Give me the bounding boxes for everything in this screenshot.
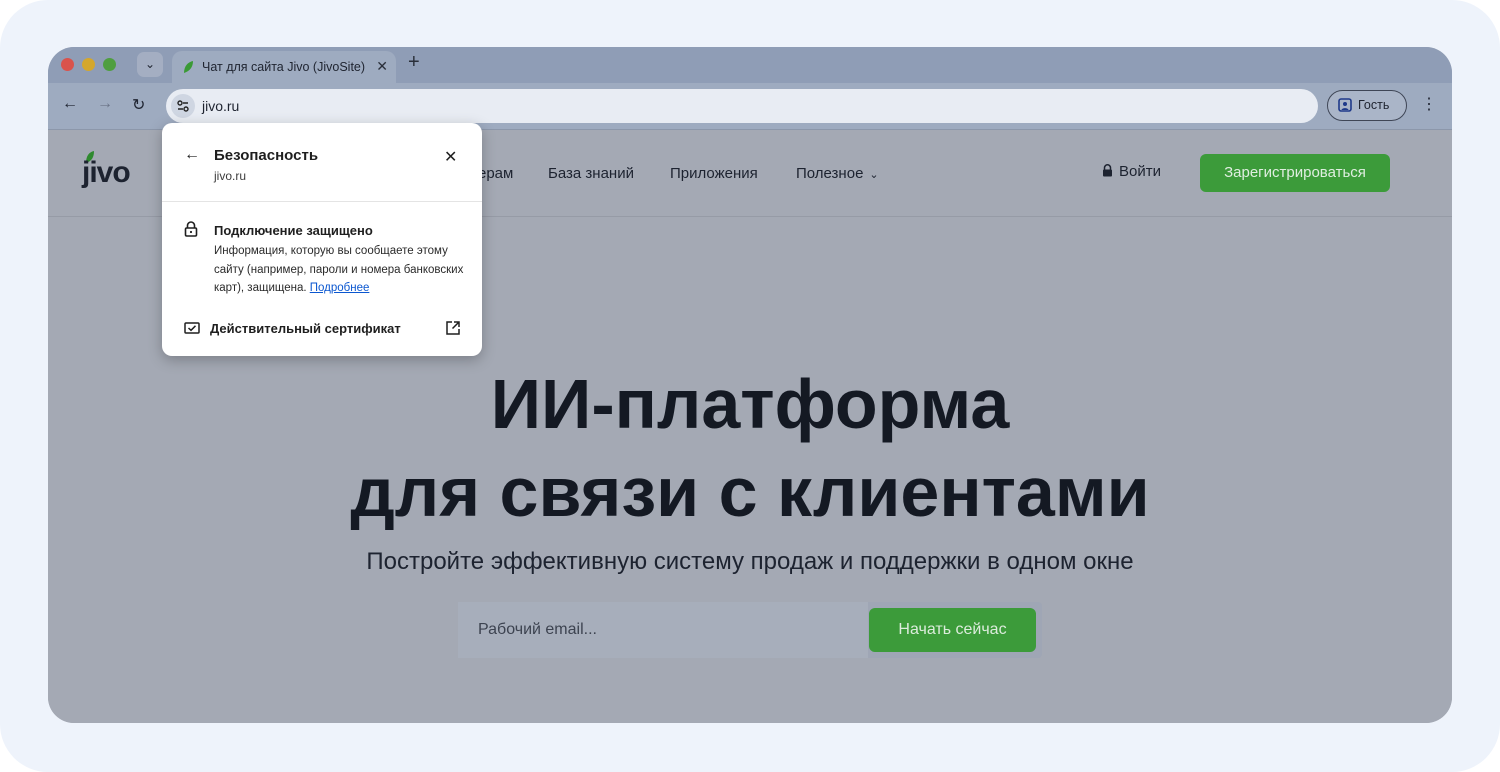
logo-text: jivo (82, 156, 131, 189)
login-label: Войти (1119, 163, 1161, 180)
site-info-button[interactable] (171, 94, 195, 118)
security-popup: ← Безопасность jivo.ru ✕ Подключение защ… (162, 123, 482, 356)
plus-icon[interactable]: + (408, 51, 420, 74)
minimize-window-button[interactable] (82, 58, 95, 71)
back-arrow-icon[interactable]: ← (62, 95, 78, 113)
forward-arrow-icon[interactable]: → (97, 95, 113, 113)
close-icon[interactable]: ✕ (444, 147, 457, 167)
chevron-down-icon: ⌄ (869, 169, 879, 181)
back-arrow-icon[interactable]: ← (184, 146, 200, 164)
login-link[interactable]: Войти (1102, 163, 1161, 180)
hero-title: ИИ-платформа для связи с клиентами (48, 360, 1452, 536)
lock-icon (184, 221, 198, 237)
tab-title: Чат для сайта Jivo (JivoSite) (202, 60, 366, 74)
email-input[interactable] (458, 602, 868, 658)
valid-certificate-link[interactable]: Действительный сертификат (210, 321, 401, 336)
lock-icon (1103, 164, 1112, 177)
certificate-icon (184, 322, 200, 334)
reload-icon[interactable]: ↻ (132, 95, 145, 115)
tab-active[interactable]: Чат для сайта Jivo (JivoSite) ✕ (172, 51, 396, 83)
tab-search-button[interactable]: ⌄ (137, 52, 163, 77)
profile-button[interactable]: Гость (1327, 90, 1407, 121)
url-text: jivo.ru (202, 98, 240, 114)
start-now-button[interactable]: Начать сейчас (869, 608, 1036, 652)
screenshot-frame: ⌄ Чат для сайта Jivo (JivoSite) ✕ + ← → … (0, 0, 1500, 772)
nav-knowledge-base[interactable]: База знаний (548, 165, 634, 182)
more-vert-icon[interactable]: ⋮ (1421, 94, 1437, 114)
popup-domain: jivo.ru (214, 169, 247, 183)
close-window-button[interactable] (61, 58, 74, 71)
close-icon[interactable]: ✕ (376, 58, 388, 75)
signup-form: Начать сейчас (458, 602, 1042, 658)
tune-icon (177, 100, 189, 112)
nav-apps[interactable]: Приложения (670, 165, 758, 182)
leaf-icon (184, 61, 193, 73)
popup-title: Безопасность (214, 147, 319, 164)
hero-title-line2: для связи с клиентами (350, 453, 1150, 531)
maximize-window-button[interactable] (103, 58, 116, 71)
site-logo[interactable]: jivo (82, 150, 142, 194)
tab-strip: ⌄ Чат для сайта Jivo (JivoSite) ✕ + (48, 47, 1452, 83)
register-button[interactable]: Зарегистрироваться (1200, 154, 1390, 192)
hero-title-line1: ИИ-платформа (490, 365, 1010, 443)
nav-useful[interactable]: Полезное ⌄ (796, 165, 879, 182)
hero-subtitle: Постройте эффективную систему продаж и п… (366, 548, 1134, 575)
learn-more-link[interactable]: Подробнее (310, 282, 370, 294)
chevron-down-icon: ⌄ (144, 57, 156, 71)
profile-label: Гость (1358, 98, 1390, 112)
address-bar[interactable]: jivo.ru (166, 89, 1318, 123)
person-icon (1338, 98, 1352, 112)
nav-partners[interactable]: ерам (478, 165, 513, 182)
connection-secure-text: Информация, которую вы сообщаете этому с… (214, 242, 472, 298)
open-in-new-icon[interactable] (445, 320, 461, 336)
connection-secure-title: Подключение защищено (214, 223, 373, 238)
popup-divider (162, 201, 482, 202)
nav-useful-label: Полезное (796, 165, 864, 182)
